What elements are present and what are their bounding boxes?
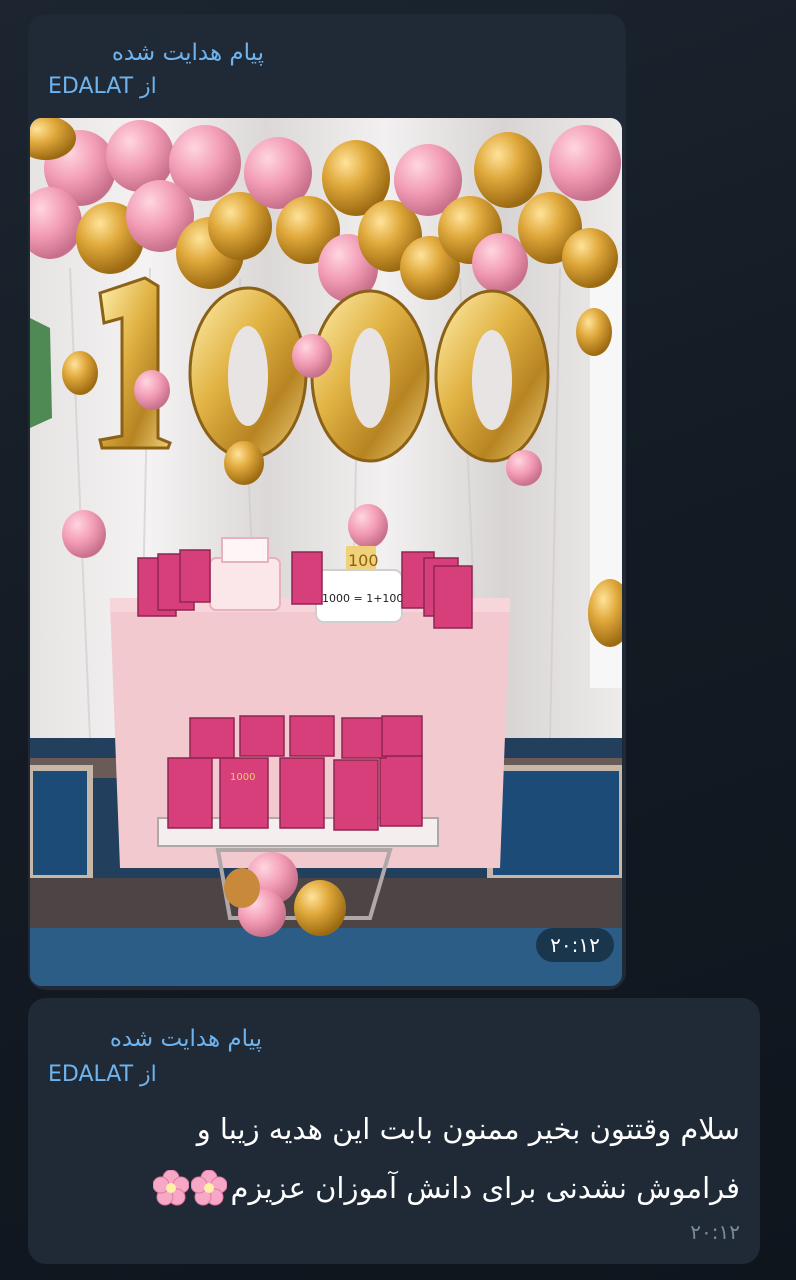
message-text-line-2-row: فراموش نشدنی برای دانش آموزان عزیزم <box>152 1170 740 1206</box>
message-bubble-text[interactable]: پیام هدایت شده از EDALAT سلام وقتتون بخی… <box>28 998 760 1264</box>
chat-screen: { "messages": [ { "forwarded_label": "پی… <box>0 0 796 1280</box>
message-text-line-2: فراموش نشدنی برای دانش آموزان عزیزم <box>230 1171 740 1205</box>
forwarded-label: پیام هدایت شده <box>111 40 264 66</box>
candle-text: 100 <box>348 551 379 570</box>
message-text-line-1: سلام وقتتون بخیر ممنون بابت این هدیه زیب… <box>196 1112 740 1146</box>
cherry-blossom-icon <box>152 1170 227 1206</box>
forwarded-from-link[interactable]: از EDALAT <box>48 1062 157 1087</box>
cherry-blossom-icon <box>190 1170 227 1206</box>
cake-text: 1000 = 1+1000 <box>322 592 410 605</box>
message-time: ۲۰:۱۲ <box>536 928 614 962</box>
forwarded-label: پیام هدایت شده <box>109 1026 262 1052</box>
message-photo[interactable]: 1000 = 1+1000 100 1000 ۲۰:۱۲ <box>30 118 622 986</box>
forwarded-from-text: از EDALAT <box>48 74 157 99</box>
message-time: ۲۰:۱۲ <box>690 1220 740 1244</box>
book-label: 1000 <box>230 772 255 783</box>
party-photo: 1000 = 1+1000 100 1000 <box>30 118 622 986</box>
forwarded-from-link[interactable]: از EDALAT <box>48 74 157 99</box>
cherry-blossom-icon <box>152 1170 189 1206</box>
chat-history[interactable]: پیام هدایت شده از EDALAT 1000 = 1+1000 1… <box>0 0 796 1280</box>
forwarded-from-text: از EDALAT <box>48 1062 157 1087</box>
